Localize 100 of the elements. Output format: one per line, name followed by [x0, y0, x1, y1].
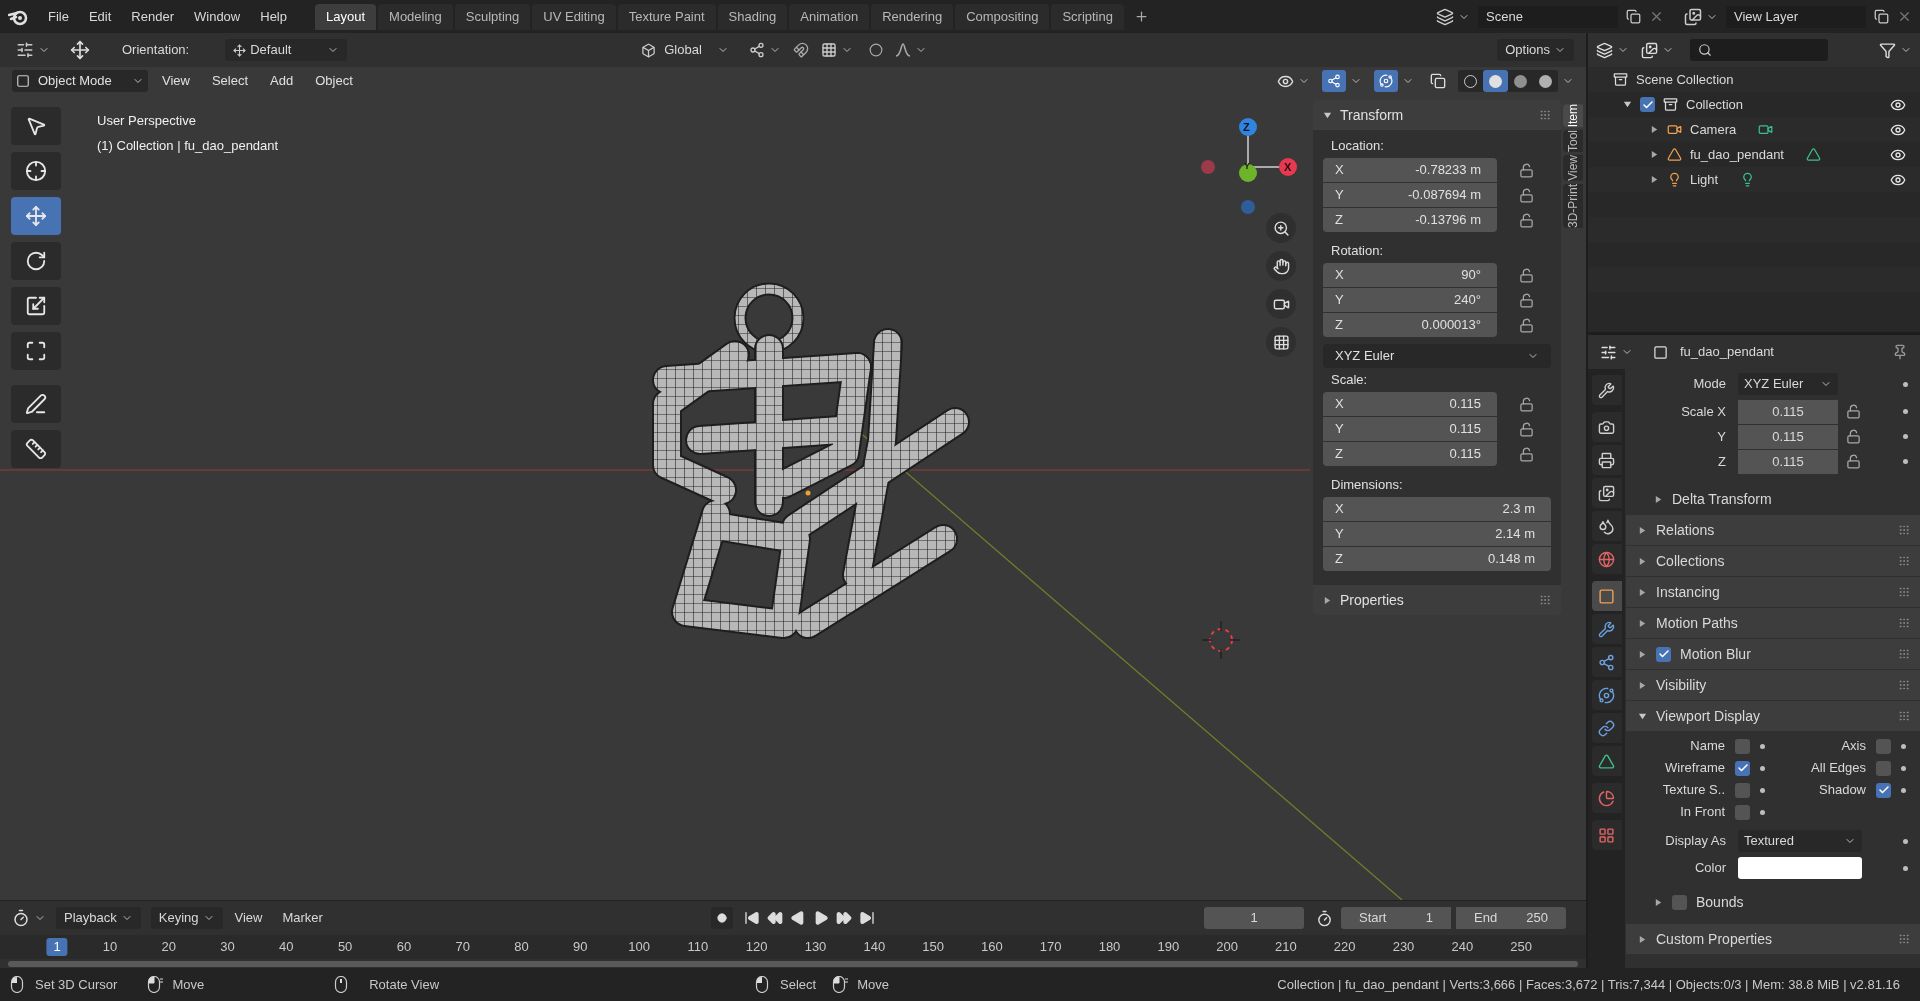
number-field[interactable]: Y 240°: [1323, 288, 1497, 312]
outliner-item[interactable]: Light: [1690, 169, 1719, 190]
unlocked-padlock-icon[interactable]: [1519, 447, 1534, 462]
unlocked-padlock-icon[interactable]: [1846, 429, 1861, 444]
number-field[interactable]: X 2.3 m: [1323, 497, 1551, 521]
next-keyframe-icon[interactable]: [835, 910, 852, 926]
properties-tab[interactable]: [1591, 647, 1622, 677]
close-icon[interactable]: [1897, 9, 1912, 24]
properties-tab[interactable]: [1591, 680, 1622, 710]
workspace-tab[interactable]: Animation: [789, 3, 870, 30]
number-field[interactable]: Z 0.115: [1323, 442, 1497, 466]
options-dropdown[interactable]: Options: [1497, 39, 1574, 61]
viewport-menu[interactable]: Select: [203, 71, 257, 91]
subpanel-title[interactable]: Delta Transform: [1672, 488, 1910, 510]
filter-icon[interactable]: [1879, 41, 1896, 59]
unlocked-padlock-icon[interactable]: [1519, 397, 1534, 412]
properties-tab[interactable]: [1591, 581, 1622, 611]
expanded-triangle-icon[interactable]: [1623, 100, 1632, 109]
editor-type-icon[interactable]: [12, 909, 30, 927]
magnet-icon[interactable]: [793, 42, 810, 58]
record-button[interactable]: [710, 907, 733, 929]
proportional-edit-icon[interactable]: [869, 43, 884, 57]
workspace-tab[interactable]: Scripting: [1051, 3, 1124, 30]
unlocked-padlock-icon[interactable]: [1519, 188, 1534, 203]
checkbox[interactable]: [1876, 738, 1891, 754]
menu-item[interactable]: Render: [123, 6, 182, 27]
outliner-item[interactable]: Scene Collection: [1636, 69, 1734, 90]
four-arrows-icon[interactable]: [70, 40, 90, 60]
workspace-tab[interactable]: Compositing: [955, 3, 1050, 30]
checkbox[interactable]: [1876, 782, 1891, 798]
number-field[interactable]: 0.115: [1738, 424, 1838, 449]
display-mode-icon[interactable]: [1641, 41, 1658, 59]
properties-tab[interactable]: [1591, 614, 1622, 644]
color-swatch[interactable]: [1738, 857, 1862, 879]
end-frame-field[interactable]: End 250: [1456, 907, 1566, 929]
unlocked-padlock-icon[interactable]: [1846, 454, 1861, 469]
mode-dropdown[interactable]: Object Mode: [12, 70, 148, 92]
editor-type-icon[interactable]: [1596, 41, 1613, 59]
collapsed-triangle-icon[interactable]: [1638, 934, 1647, 944]
navigation-button[interactable]: [1266, 327, 1296, 357]
sidebar-tab[interactable]: Item: [1563, 104, 1583, 128]
unlocked-padlock-icon[interactable]: [1519, 422, 1534, 437]
unlocked-padlock-icon[interactable]: [1519, 163, 1534, 178]
snap-grid-icon[interactable]: [821, 42, 838, 58]
expanded-triangle-icon[interactable]: [1323, 110, 1332, 120]
outliner-item[interactable]: Collection: [1686, 94, 1882, 115]
gizmo-toggle[interactable]: [1322, 70, 1346, 92]
outliner-item[interactable]: fu_dao_pendant: [1690, 144, 1784, 165]
scene-icon[interactable]: [1436, 7, 1454, 26]
copy-icon[interactable]: [1626, 9, 1641, 24]
sidebar-tab[interactable]: Tool: [1563, 130, 1583, 153]
checkbox[interactable]: [1735, 804, 1750, 820]
editor-type-icon[interactable]: [1600, 343, 1617, 361]
checkbox[interactable]: [1640, 97, 1655, 112]
jump-start-icon[interactable]: [743, 910, 760, 926]
checkbox[interactable]: [1735, 738, 1750, 754]
tool-button[interactable]: [11, 332, 61, 370]
checkbox[interactable]: [1656, 646, 1671, 662]
frame-number[interactable]: 1: [46, 938, 68, 956]
number-field[interactable]: Z 0.000013°: [1323, 313, 1497, 337]
properties-tab[interactable]: [1591, 746, 1622, 776]
current-frame-field[interactable]: 1: [1204, 907, 1304, 929]
drag-handle-icon[interactable]: [1898, 555, 1910, 567]
stopwatch-icon[interactable]: [1316, 909, 1333, 927]
horizontal-scrollbar[interactable]: [8, 960, 1578, 967]
checkbox[interactable]: [1672, 894, 1687, 910]
sidebar-tab[interactable]: View: [1563, 155, 1583, 182]
tool-button[interactable]: [11, 430, 61, 468]
collapsed-triangle-icon[interactable]: [1638, 525, 1647, 535]
number-field[interactable]: Y -0.087694 m: [1323, 183, 1497, 207]
number-field[interactable]: Z 0.148 m: [1323, 547, 1551, 571]
unlocked-padlock-icon[interactable]: [1519, 213, 1534, 228]
drag-handle-icon[interactable]: [1898, 710, 1910, 722]
add-workspace-icon[interactable]: [1133, 9, 1149, 24]
menu-item[interactable]: Edit: [80, 6, 120, 27]
number-field[interactable]: X 90°: [1323, 263, 1497, 287]
pin-icon[interactable]: [1892, 344, 1908, 360]
number-field[interactable]: Y 0.115: [1323, 417, 1497, 441]
collapsed-triangle-icon[interactable]: [1650, 125, 1659, 134]
menu-item[interactable]: File: [40, 6, 77, 27]
navigation-button[interactable]: [1266, 251, 1296, 281]
properties-tab[interactable]: [1591, 783, 1622, 813]
mesh-drawing[interactable]: [652, 282, 970, 639]
viewport-menu[interactable]: Object: [307, 71, 361, 91]
workspace-tab[interactable]: Shading: [717, 3, 788, 30]
menu-item[interactable]: Help: [252, 6, 295, 27]
checkbox[interactable]: [1735, 782, 1750, 798]
transform-orientation-dropdown[interactable]: Global: [637, 39, 734, 61]
collapsed-triangle-icon[interactable]: [1638, 618, 1647, 628]
collapsed-triangle-icon[interactable]: [1650, 175, 1659, 184]
expanded-triangle-icon[interactable]: [1638, 711, 1647, 721]
tool-button[interactable]: [11, 287, 61, 325]
orientation-dropdown[interactable]: Default: [225, 39, 348, 61]
collapsed-triangle-icon[interactable]: [1638, 587, 1647, 597]
number-field[interactable]: 0.115: [1738, 449, 1838, 474]
play-reverse-icon[interactable]: [789, 910, 806, 926]
viewport-menu[interactable]: Add: [262, 71, 302, 91]
collapsed-triangle-icon[interactable]: [1638, 556, 1647, 566]
workspace-tab[interactable]: Sculpting: [454, 3, 531, 30]
unlocked-padlock-icon[interactable]: [1846, 404, 1861, 419]
